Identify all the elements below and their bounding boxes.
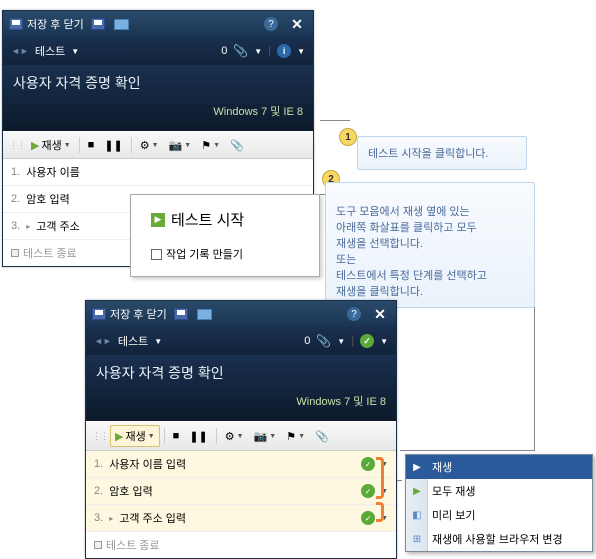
menu-item-play-all[interactable]: ▶ 모두 재생 bbox=[406, 479, 592, 503]
play-button[interactable]: ▶재생▼ bbox=[110, 425, 160, 447]
close-button[interactable]: ✕ bbox=[370, 305, 390, 323]
grip-icon: ⋮⋮ bbox=[92, 431, 108, 442]
play-icon: ▶ bbox=[151, 213, 165, 227]
step-label: 고객 주소 입력 bbox=[119, 510, 355, 526]
tool-button[interactable]: ⚙▼ bbox=[136, 137, 163, 154]
tab-label[interactable]: 테스트 bbox=[35, 43, 65, 59]
create-recording-checkbox[interactable]: 작업 기록 만들기 bbox=[151, 246, 299, 262]
pause-button[interactable]: ❚❚ bbox=[185, 428, 211, 445]
camera-button[interactable]: 📷▼ bbox=[165, 137, 196, 154]
chevron-right-icon: ▸ bbox=[109, 514, 113, 523]
callout-2: 도구 모음에서 재생 옆에 있는 아래쪽 화살표를 클릭하고 모두 재생을 선택… bbox=[325, 182, 535, 308]
window-title: 저장 후 닫기 bbox=[27, 16, 84, 32]
pause-button[interactable]: ❚❚ bbox=[100, 137, 126, 154]
step-label: 사용자 이름 bbox=[26, 164, 305, 180]
test-window-2: 저장 후 닫기 ? ✕ ◄► 테스트 ▼ 0 📎 ▼ | ✓ ▼ 사용자 자격 … bbox=[85, 300, 397, 559]
test-end-row: 테스트 종료 bbox=[86, 532, 396, 558]
tab-label[interactable]: 테스트 bbox=[118, 333, 148, 349]
stop-button[interactable]: ■ bbox=[84, 137, 99, 153]
square-icon bbox=[94, 541, 102, 549]
step-row[interactable]: 2. 암호 입력 ✓ ▼ bbox=[86, 478, 396, 505]
step-row[interactable]: 1. 사용자 이름 입력 ✓ ▼ bbox=[86, 451, 396, 478]
grip-icon: ⋮⋮ bbox=[9, 140, 25, 151]
check-icon[interactable]: ✓ bbox=[360, 334, 374, 348]
flag-button[interactable]: ⚑▼ bbox=[197, 137, 224, 154]
flag-button[interactable]: ⚑▼ bbox=[282, 428, 309, 445]
chevron-down-icon[interactable]: ▼ bbox=[337, 337, 345, 346]
attachment-icon[interactable]: 📎 bbox=[233, 44, 248, 58]
open-button[interactable] bbox=[195, 305, 215, 323]
save-button[interactable] bbox=[171, 305, 191, 323]
preview-icon: ◧ bbox=[410, 508, 424, 522]
breadcrumb-bar: ◄► 테스트 ▼ 0 📎 ▼ | i ▼ bbox=[3, 37, 313, 65]
chevron-down-icon[interactable]: ▼ bbox=[380, 337, 388, 346]
chevron-down-icon[interactable]: ▼ bbox=[154, 337, 162, 346]
save-button[interactable] bbox=[88, 15, 108, 33]
environment-label: Windows 7 및 IE 8 bbox=[13, 103, 303, 119]
stop-button[interactable]: ■ bbox=[169, 428, 184, 444]
play-icon: ▶ bbox=[410, 460, 424, 474]
callout-number-1: 1 bbox=[339, 128, 357, 146]
titlebar: 저장 후 닫기 ? ✕ bbox=[3, 11, 313, 37]
steps-list: 1. 사용자 이름 입력 ✓ ▼ 2. 암호 입력 ✓ ▼ 3. ▸ 고객 주소… bbox=[86, 451, 396, 558]
bracket-icon bbox=[376, 502, 384, 522]
step-label: 암호 입력 bbox=[109, 483, 355, 499]
counter: 0 bbox=[304, 335, 310, 347]
chevron-down-icon[interactable]: ▼ bbox=[297, 47, 305, 56]
attachment-icon[interactable]: 📎 bbox=[316, 334, 331, 348]
save-icon bbox=[92, 307, 106, 321]
environment-label: Windows 7 및 IE 8 bbox=[96, 393, 386, 409]
test-title: 사용자 자격 증명 확인 bbox=[96, 363, 386, 383]
start-test-popup: ▶ 테스트 시작 작업 기록 만들기 bbox=[130, 194, 320, 277]
check-icon: ✓ bbox=[361, 484, 375, 498]
menu-item-preview[interactable]: ◧ 미리 보기 bbox=[406, 503, 592, 527]
callout-1: 테스트 시작을 클릭합니다. bbox=[357, 136, 527, 170]
counter: 0 bbox=[221, 45, 227, 57]
bracket-icon bbox=[376, 457, 384, 499]
titlebar: 저장 후 닫기 ? ✕ bbox=[86, 301, 396, 327]
play-button[interactable]: ▶재생▼ bbox=[27, 135, 75, 155]
toolbar: ⋮⋮ ▶재생▼ ■ ❚❚ ⚙▼ 📷▼ ⚑▼ 📎 bbox=[86, 421, 396, 451]
chevron-right-icon: ▸ bbox=[26, 222, 30, 231]
step-row[interactable]: 1. 사용자 이름 bbox=[3, 159, 313, 186]
tool-button[interactable]: ⚙▼ bbox=[221, 428, 248, 445]
browser-icon: ⊞ bbox=[410, 532, 424, 546]
play-all-icon: ▶ bbox=[410, 484, 424, 498]
menu-item-change-browser[interactable]: ⊞ 재생에 사용할 브라우저 변경 bbox=[406, 527, 592, 551]
nav-arrows-icon: ◄► bbox=[11, 46, 29, 56]
test-title: 사용자 자격 증명 확인 bbox=[13, 73, 303, 93]
check-icon: ✓ bbox=[361, 511, 375, 525]
nav-arrows-icon: ◄► bbox=[94, 336, 112, 346]
help-button[interactable]: ? bbox=[261, 15, 281, 33]
checkbox-icon bbox=[151, 249, 162, 260]
open-button[interactable] bbox=[112, 15, 132, 33]
play-context-menu: ▶ 재생 ▶ 모두 재생 ◧ 미리 보기 ⊞ 재생에 사용할 브라우저 변경 bbox=[405, 454, 593, 552]
breadcrumb-bar: ◄► 테스트 ▼ 0 📎 ▼ | ✓ ▼ bbox=[86, 327, 396, 355]
attach-button[interactable]: 📎 bbox=[311, 428, 333, 445]
title-section: 사용자 자격 증명 확인 Windows 7 및 IE 8 bbox=[86, 355, 396, 421]
check-icon: ✓ bbox=[361, 457, 375, 471]
menu-item-play[interactable]: ▶ 재생 bbox=[406, 455, 592, 479]
attach-button[interactable]: 📎 bbox=[226, 137, 248, 154]
title-section: 사용자 자격 증명 확인 Windows 7 및 IE 8 bbox=[3, 65, 313, 131]
chevron-down-icon[interactable]: ▼ bbox=[254, 47, 262, 56]
square-icon bbox=[11, 249, 19, 257]
camera-button[interactable]: 📷▼ bbox=[250, 428, 281, 445]
info-icon[interactable]: i bbox=[277, 44, 291, 58]
close-button[interactable]: ✕ bbox=[287, 15, 307, 33]
popup-title[interactable]: ▶ 테스트 시작 bbox=[151, 209, 299, 230]
step-label: 사용자 이름 입력 bbox=[109, 456, 355, 472]
chevron-down-icon[interactable]: ▼ bbox=[71, 47, 79, 56]
window-title: 저장 후 닫기 bbox=[110, 306, 167, 322]
toolbar: ⋮⋮ ▶재생▼ ■ ❚❚ ⚙▼ 📷▼ ⚑▼ 📎 bbox=[3, 131, 313, 159]
step-row[interactable]: 3. ▸ 고객 주소 입력 ✓ ▼ bbox=[86, 505, 396, 532]
help-button[interactable]: ? bbox=[344, 305, 364, 323]
save-icon bbox=[9, 17, 23, 31]
